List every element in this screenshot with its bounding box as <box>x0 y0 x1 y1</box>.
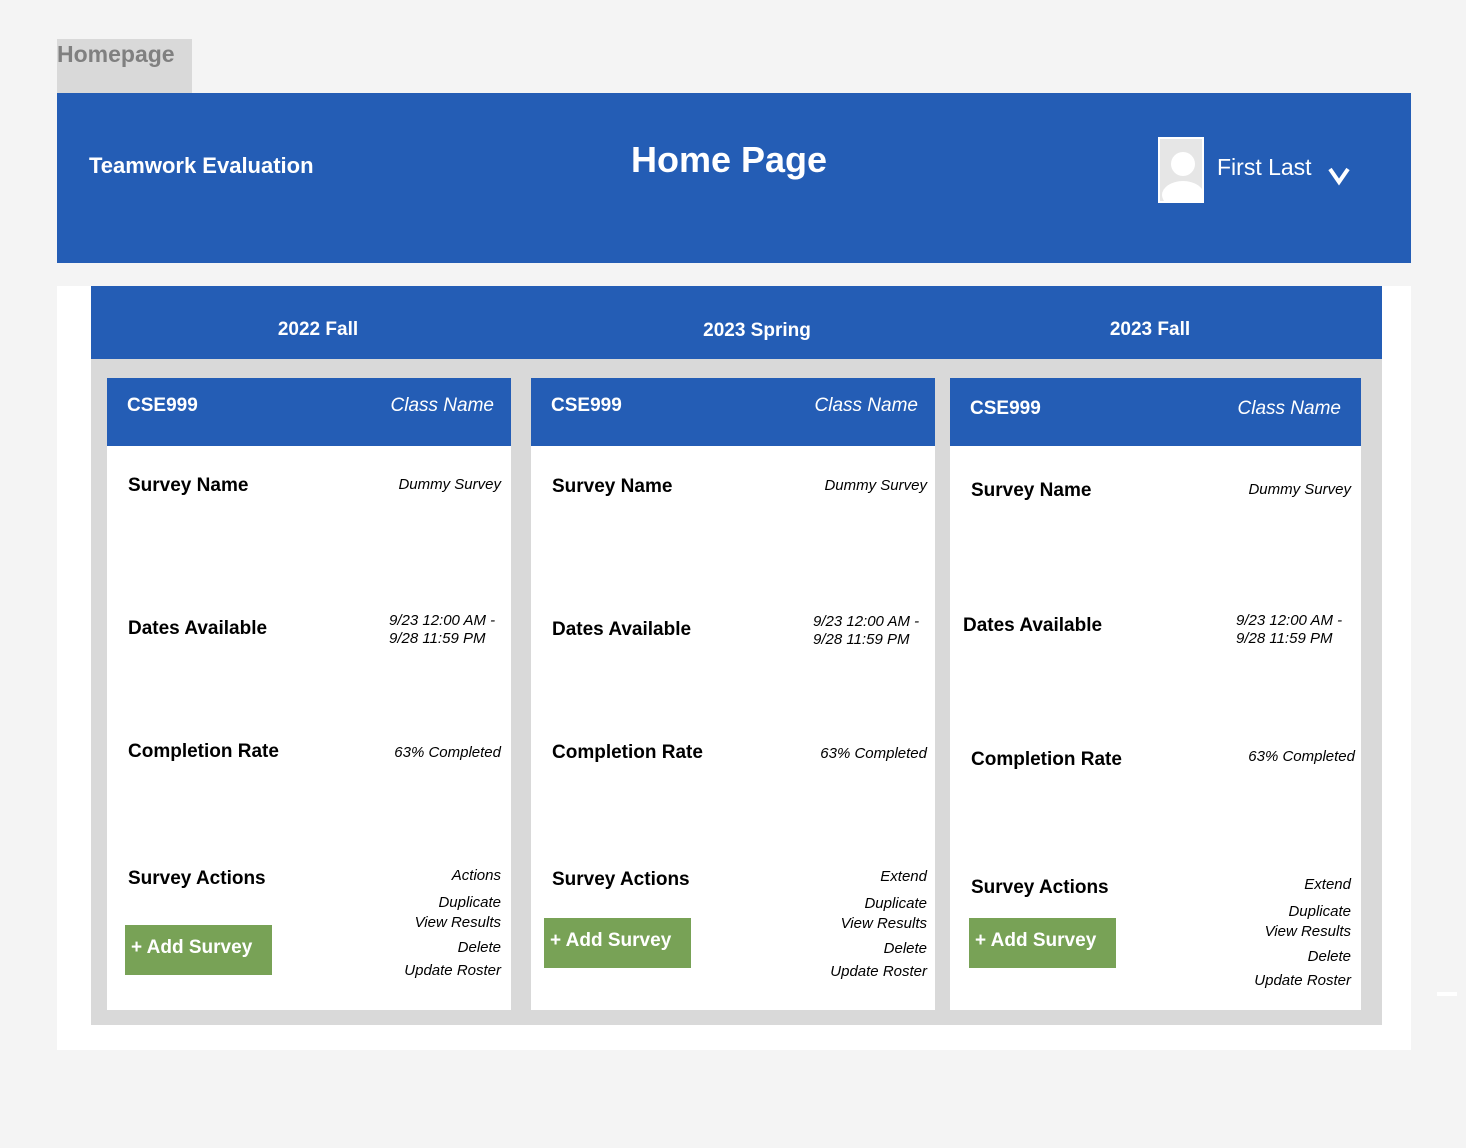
tab-2023-fall[interactable]: 2023 Fall <box>1050 319 1250 341</box>
chevron-down-icon[interactable] <box>1327 165 1351 192</box>
dates-available-value: 9/23 12:00 AM - 9/28 11:59 PM <box>389 612 496 647</box>
survey-name-label: Survey Name <box>552 476 673 497</box>
scroll-indicator[interactable] <box>1437 992 1457 996</box>
completion-rate-label: Completion Rate <box>552 742 703 763</box>
user-name[interactable]: First Last <box>1217 154 1312 181</box>
survey-name-value: Dummy Survey <box>398 476 501 493</box>
class-name: Class Name <box>390 395 494 416</box>
frame-label: Homepage <box>57 39 192 94</box>
course-code: CSE999 <box>970 398 1041 419</box>
dates-available-label: Dates Available <box>552 619 692 640</box>
course-card: CSE999 Class Name Survey Name Dummy Surv… <box>107 378 511 1010</box>
app-header: Teamwork Evaluation Home Page First Last <box>57 93 1411 263</box>
add-survey-button[interactable]: + Add Survey <box>969 918 1116 968</box>
semester-bar: 2022 Fall 2023 Spring 2023 Fall <box>91 286 1382 359</box>
duplicate-link[interactable]: Duplicate <box>1288 903 1351 920</box>
view-results-link[interactable]: View Results <box>841 915 927 932</box>
survey-actions-label: Survey Actions <box>971 877 1109 898</box>
survey-actions-label: Survey Actions <box>552 869 690 890</box>
survey-name-value: Dummy Survey <box>1248 481 1351 498</box>
duplicate-link[interactable]: Duplicate <box>438 894 501 911</box>
delete-link[interactable]: Delete <box>1308 948 1351 965</box>
card-header[interactable]: CSE999 Class Name <box>531 378 935 446</box>
delete-link[interactable]: Delete <box>458 939 501 956</box>
dates-available-value: 9/23 12:00 AM - 9/28 11:59 PM <box>813 613 920 648</box>
class-name: Class Name <box>1237 398 1341 419</box>
course-card: CSE999 Class Name Survey Name Dummy Surv… <box>950 378 1361 1010</box>
view-results-link[interactable]: View Results <box>1265 923 1351 940</box>
completion-rate-value: 63% Completed <box>394 744 501 761</box>
action-link[interactable]: Actions <box>452 867 501 884</box>
add-survey-button[interactable]: + Add Survey <box>544 918 691 968</box>
dates-available-label: Dates Available <box>128 618 268 639</box>
survey-name-label: Survey Name <box>128 475 249 496</box>
update-roster-link[interactable]: Update Roster <box>830 963 927 980</box>
view-results-link[interactable]: View Results <box>415 914 501 931</box>
update-roster-link[interactable]: Update Roster <box>404 962 501 979</box>
duplicate-link[interactable]: Duplicate <box>864 895 927 912</box>
class-name: Class Name <box>814 395 918 416</box>
semester-board: 2022 Fall 2023 Spring 2023 Fall CSE999 C… <box>91 286 1382 1025</box>
user-avatar-icon[interactable] <box>1158 137 1204 203</box>
add-survey-button[interactable]: + Add Survey <box>125 925 272 975</box>
dates-available-value: 9/23 12:00 AM - 9/28 11:59 PM <box>1236 612 1343 647</box>
extend-link[interactable]: Extend <box>880 868 927 885</box>
delete-link[interactable]: Delete <box>884 940 927 957</box>
card-header[interactable]: CSE999 Class Name <box>950 378 1361 446</box>
course-card: CSE999 Class Name Survey Name Dummy Surv… <box>531 378 935 1010</box>
dates-available-label: Dates Available <box>963 615 1103 636</box>
tab-2022-fall[interactable]: 2022 Fall <box>218 319 418 341</box>
tab-2023-spring[interactable]: 2023 Spring <box>657 320 857 342</box>
completion-rate-label: Completion Rate <box>128 741 279 762</box>
card-header[interactable]: CSE999 Class Name <box>107 378 511 446</box>
survey-actions-label: Survey Actions <box>128 868 266 889</box>
course-code: CSE999 <box>127 395 198 416</box>
survey-name-value: Dummy Survey <box>824 477 927 494</box>
survey-name-label: Survey Name <box>971 480 1092 501</box>
update-roster-link[interactable]: Update Roster <box>1254 972 1351 989</box>
extend-link[interactable]: Extend <box>1304 876 1351 893</box>
completion-rate-value: 63% Completed <box>1248 748 1355 765</box>
completion-rate-label: Completion Rate <box>971 749 1122 770</box>
course-code: CSE999 <box>551 395 622 416</box>
completion-rate-value: 63% Completed <box>820 745 927 762</box>
